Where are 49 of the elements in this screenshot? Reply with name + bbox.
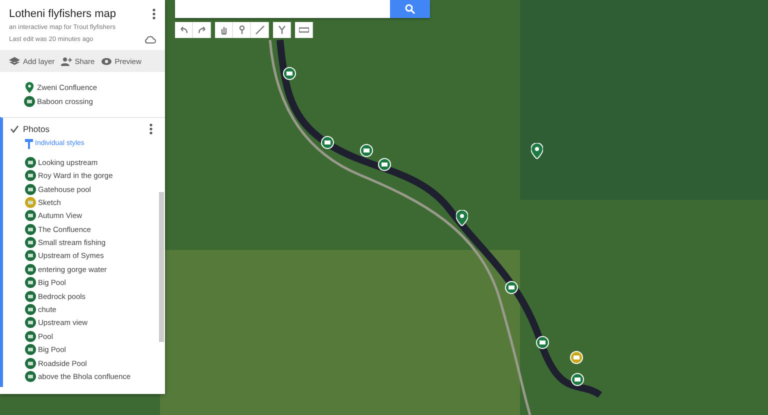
paint-roller-icon: [25, 138, 33, 149]
camera-marker-icon: [24, 96, 35, 107]
camera-marker-icon: [25, 304, 36, 316]
layer-options-icon[interactable]: [149, 123, 153, 136]
camera-marker-icon: [25, 330, 36, 342]
camera-marker-icon: [25, 224, 36, 235]
more-options-icon[interactable]: [152, 8, 156, 20]
camera-marker-icon: [25, 250, 36, 262]
hand-tool-button[interactable]: [215, 22, 233, 38]
route-tool-button[interactable]: [273, 22, 291, 38]
camera-marker-icon: [25, 264, 36, 275]
camera-marker-icon: [25, 344, 36, 356]
camera-marker-icon: [25, 277, 36, 288]
line-tool-button[interactable]: [251, 22, 269, 38]
camera-marker-icon: [25, 237, 36, 248]
hand-icon: [218, 25, 228, 35]
redo-icon: [196, 25, 206, 35]
add-person-icon: [60, 56, 72, 66]
map-pin-icon[interactable]: [531, 143, 543, 159]
layer-title: Photos: [23, 124, 50, 134]
map-title: Lotheni flyfishers map: [9, 8, 116, 20]
sketch-marker-icon: [25, 196, 36, 208]
camera-marker-icon: [25, 156, 36, 168]
ruler-tool-button[interactable]: [295, 22, 313, 38]
fork-icon: [276, 25, 286, 35]
redo-tool-button[interactable]: [193, 22, 211, 38]
camera-marker-icon: [25, 358, 36, 369]
camera-marker-icon: [25, 184, 36, 194]
search-button[interactable]: [390, 0, 430, 18]
search-field[interactable]: [175, 0, 390, 18]
layers-icon: [9, 56, 20, 66]
undo-tool-button[interactable]: [175, 22, 193, 38]
undo-icon: [178, 25, 188, 35]
ruler-icon: [298, 25, 308, 35]
map-pin-icon: [24, 82, 35, 94]
camera-marker-icon: [25, 290, 36, 302]
layer-checkbox[interactable]: [10, 124, 19, 134]
pin-tool-button[interactable]: [233, 22, 251, 38]
search-icon: [405, 4, 415, 14]
scrollbar-thumb[interactable]: [159, 192, 164, 342]
camera-marker-icon: [25, 370, 36, 382]
map-pin-icon[interactable]: [456, 210, 468, 226]
eye-icon: [100, 56, 112, 66]
camera-marker-icon: [25, 170, 36, 182]
camera-marker-icon: [25, 210, 36, 222]
cloud-icon: [144, 35, 156, 44]
line-icon: [254, 25, 264, 35]
camera-marker-icon: [25, 317, 36, 328]
pin-icon: [236, 25, 246, 35]
